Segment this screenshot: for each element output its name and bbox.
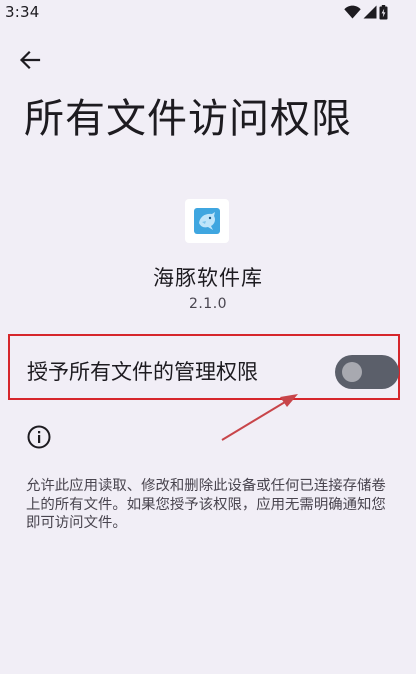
back-button[interactable]: [14, 44, 46, 76]
permission-description: 允许此应用读取、修改和删除此设备或任何已连接存储卷上的所有文件。如果您授予该权限…: [26, 478, 386, 531]
wifi-icon: [344, 5, 361, 19]
arrow-left-icon: [19, 50, 41, 70]
permission-label: 授予所有文件的管理权限: [27, 360, 258, 384]
cellular-signal-icon: [363, 5, 377, 19]
all-files-access-toggle[interactable]: [335, 355, 399, 389]
dolphin-icon: [194, 208, 220, 234]
toggle-thumb: [342, 362, 362, 382]
app-name: 海豚软件库: [153, 266, 263, 290]
info-icon: [26, 424, 52, 450]
permission-row[interactable]: 授予所有文件的管理权限: [8, 334, 400, 400]
battery-icon: [379, 4, 388, 19]
status-time: 3:34: [5, 3, 40, 21]
app-icon: [185, 199, 229, 243]
annotation-arrow: [221, 394, 298, 441]
status-bar: 3:34: [0, 0, 416, 26]
status-icons: [344, 4, 388, 20]
page-title: 所有文件访问权限: [24, 96, 352, 142]
app-version: 2.1.0: [188, 296, 228, 312]
